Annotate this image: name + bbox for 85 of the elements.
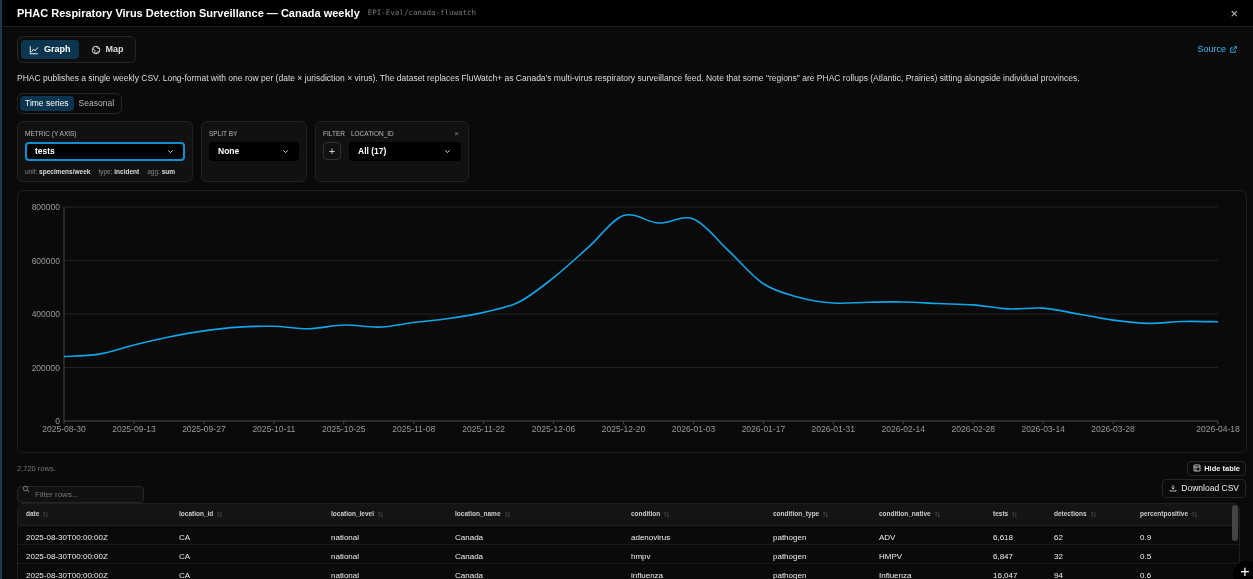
sort-icon bbox=[1011, 510, 1019, 518]
x-tick-label: 2026-04-18 bbox=[1196, 423, 1240, 434]
table-cell: adenovirus bbox=[631, 532, 671, 542]
x-tick-label: 2025-08-30 bbox=[42, 423, 86, 434]
x-tick-label: 2026-01-17 bbox=[741, 423, 786, 434]
x-tick-label: 2025-12-20 bbox=[601, 423, 646, 434]
x-tick-label: 2026-02-28 bbox=[951, 423, 995, 434]
table-cell: 2025-08-30T00:00:00Z bbox=[26, 532, 108, 542]
table-cell: national bbox=[331, 551, 360, 561]
table-cell: 0.9 bbox=[1140, 532, 1152, 542]
search-icon bbox=[22, 484, 30, 493]
sort-icon bbox=[663, 510, 671, 518]
x-tick-label: 2025-10-11 bbox=[252, 423, 296, 434]
table-cell: 6,847 bbox=[993, 551, 1014, 561]
x-tick-label: 2025-09-13 bbox=[112, 423, 156, 434]
table-cell: 16,047 bbox=[993, 570, 1018, 579]
add-filter-button[interactable]: + bbox=[323, 142, 341, 160]
mode-tab[interactable]: Time series bbox=[20, 95, 74, 111]
x-tick-label: 2026-03-14 bbox=[1021, 423, 1065, 434]
window-title: PHAC Respiratory Virus Detection Surveillance — Canada weekly bbox=[17, 5, 360, 21]
download-icon bbox=[1169, 484, 1178, 493]
x-tick-label: 2025-10-25 bbox=[322, 423, 366, 434]
add-button[interactable]: + bbox=[1233, 561, 1253, 579]
x-tick-label: 2026-01-31 bbox=[811, 423, 856, 434]
sort-icon bbox=[377, 510, 384, 518]
x-tick-label: 2025-11-08 bbox=[392, 423, 436, 434]
select-field[interactable]: None bbox=[209, 141, 299, 161]
table-cell: 94 bbox=[1054, 570, 1063, 579]
sort-icon bbox=[822, 510, 830, 518]
table-cell: pathogen bbox=[773, 570, 807, 579]
table-cell: CA bbox=[179, 532, 191, 542]
sort-icon bbox=[216, 510, 224, 518]
x-tick-label: 2026-01-03 bbox=[671, 423, 716, 434]
sort-icon bbox=[1089, 510, 1097, 518]
remove-filter-button[interactable]: × bbox=[454, 129, 459, 138]
table-cell: 0.5 bbox=[1140, 551, 1152, 561]
scrollbar-thumb[interactable] bbox=[1232, 504, 1238, 541]
sort-icon bbox=[503, 510, 511, 518]
view-tab[interactable]: Graph bbox=[21, 40, 79, 59]
table-cell: 62 bbox=[1054, 532, 1063, 542]
external-link-icon bbox=[1229, 45, 1238, 54]
y-tick-label: 400000 bbox=[31, 308, 60, 319]
table-cell: ADV bbox=[879, 532, 896, 542]
table-cell: Influenza bbox=[879, 570, 912, 579]
x-tick-label: 2026-03-28 bbox=[1091, 423, 1135, 434]
close-button[interactable]: × bbox=[1230, 6, 1238, 20]
sort-icon bbox=[933, 510, 941, 518]
table-cell: national bbox=[331, 532, 360, 542]
source-link[interactable]: Source bbox=[1197, 42, 1238, 57]
y-tick-label: 600000 bbox=[31, 255, 60, 266]
select-field[interactable]: All (17) bbox=[349, 141, 461, 161]
globe-icon bbox=[90, 44, 101, 55]
chart-icon bbox=[29, 44, 39, 55]
mode-tab[interactable]: Seasonal bbox=[73, 95, 120, 111]
table-cell: Canada bbox=[455, 570, 484, 579]
table-cell: CA bbox=[179, 551, 191, 561]
x-tick-label: 2025-09-27 bbox=[182, 423, 226, 434]
table-cell: pathogen bbox=[773, 551, 807, 561]
table-cell: 0.6 bbox=[1140, 570, 1152, 579]
table-cell: HMPV bbox=[879, 551, 903, 561]
y-tick-label: 200000 bbox=[31, 362, 60, 373]
table-cell: pathogen bbox=[773, 532, 807, 542]
table-cell: hmpv bbox=[631, 551, 651, 561]
table-cell: national bbox=[331, 570, 360, 579]
table-cell: Canada bbox=[455, 551, 484, 561]
view-tab[interactable]: Map bbox=[82, 40, 132, 59]
table-cell: CA bbox=[179, 570, 191, 579]
table-cell: 2025-08-30T00:00:00Z bbox=[26, 551, 108, 561]
y-tick-label: 800000 bbox=[31, 201, 60, 212]
table-cell: 6,618 bbox=[993, 532, 1014, 542]
description: PHAC publishes a single weekly CSV. Long-format with one row per (date × jurisdiction × virus). The dataset replaces FluWatch+ as Canada's multi-virus respiratory surveillance feed. Note that some "regions" are PHAC rollups (Atlantic, Prairies) sitting alongside individual provinces. bbox=[17, 72, 1081, 85]
table-cell: Canada bbox=[455, 532, 484, 542]
y-tick-label: 0 bbox=[55, 415, 60, 426]
x-tick-label: 2026-02-14 bbox=[881, 423, 925, 434]
x-tick-label: 2025-12-06 bbox=[531, 423, 576, 434]
download-csv-button[interactable]: Download CSV bbox=[1162, 478, 1246, 498]
sort-icon bbox=[42, 510, 50, 518]
table-cell: 2025-08-30T00:00:00Z bbox=[26, 570, 108, 579]
x-tick-label: 2025-11-22 bbox=[462, 423, 506, 434]
select-field[interactable]: tests bbox=[25, 141, 185, 161]
table-cell: influenza bbox=[631, 570, 664, 579]
filter-field[interactable]: Filter rows... bbox=[17, 485, 144, 503]
sort-icon bbox=[1191, 510, 1199, 518]
table-cell: 32 bbox=[1054, 551, 1063, 561]
table-icon bbox=[1193, 464, 1202, 473]
